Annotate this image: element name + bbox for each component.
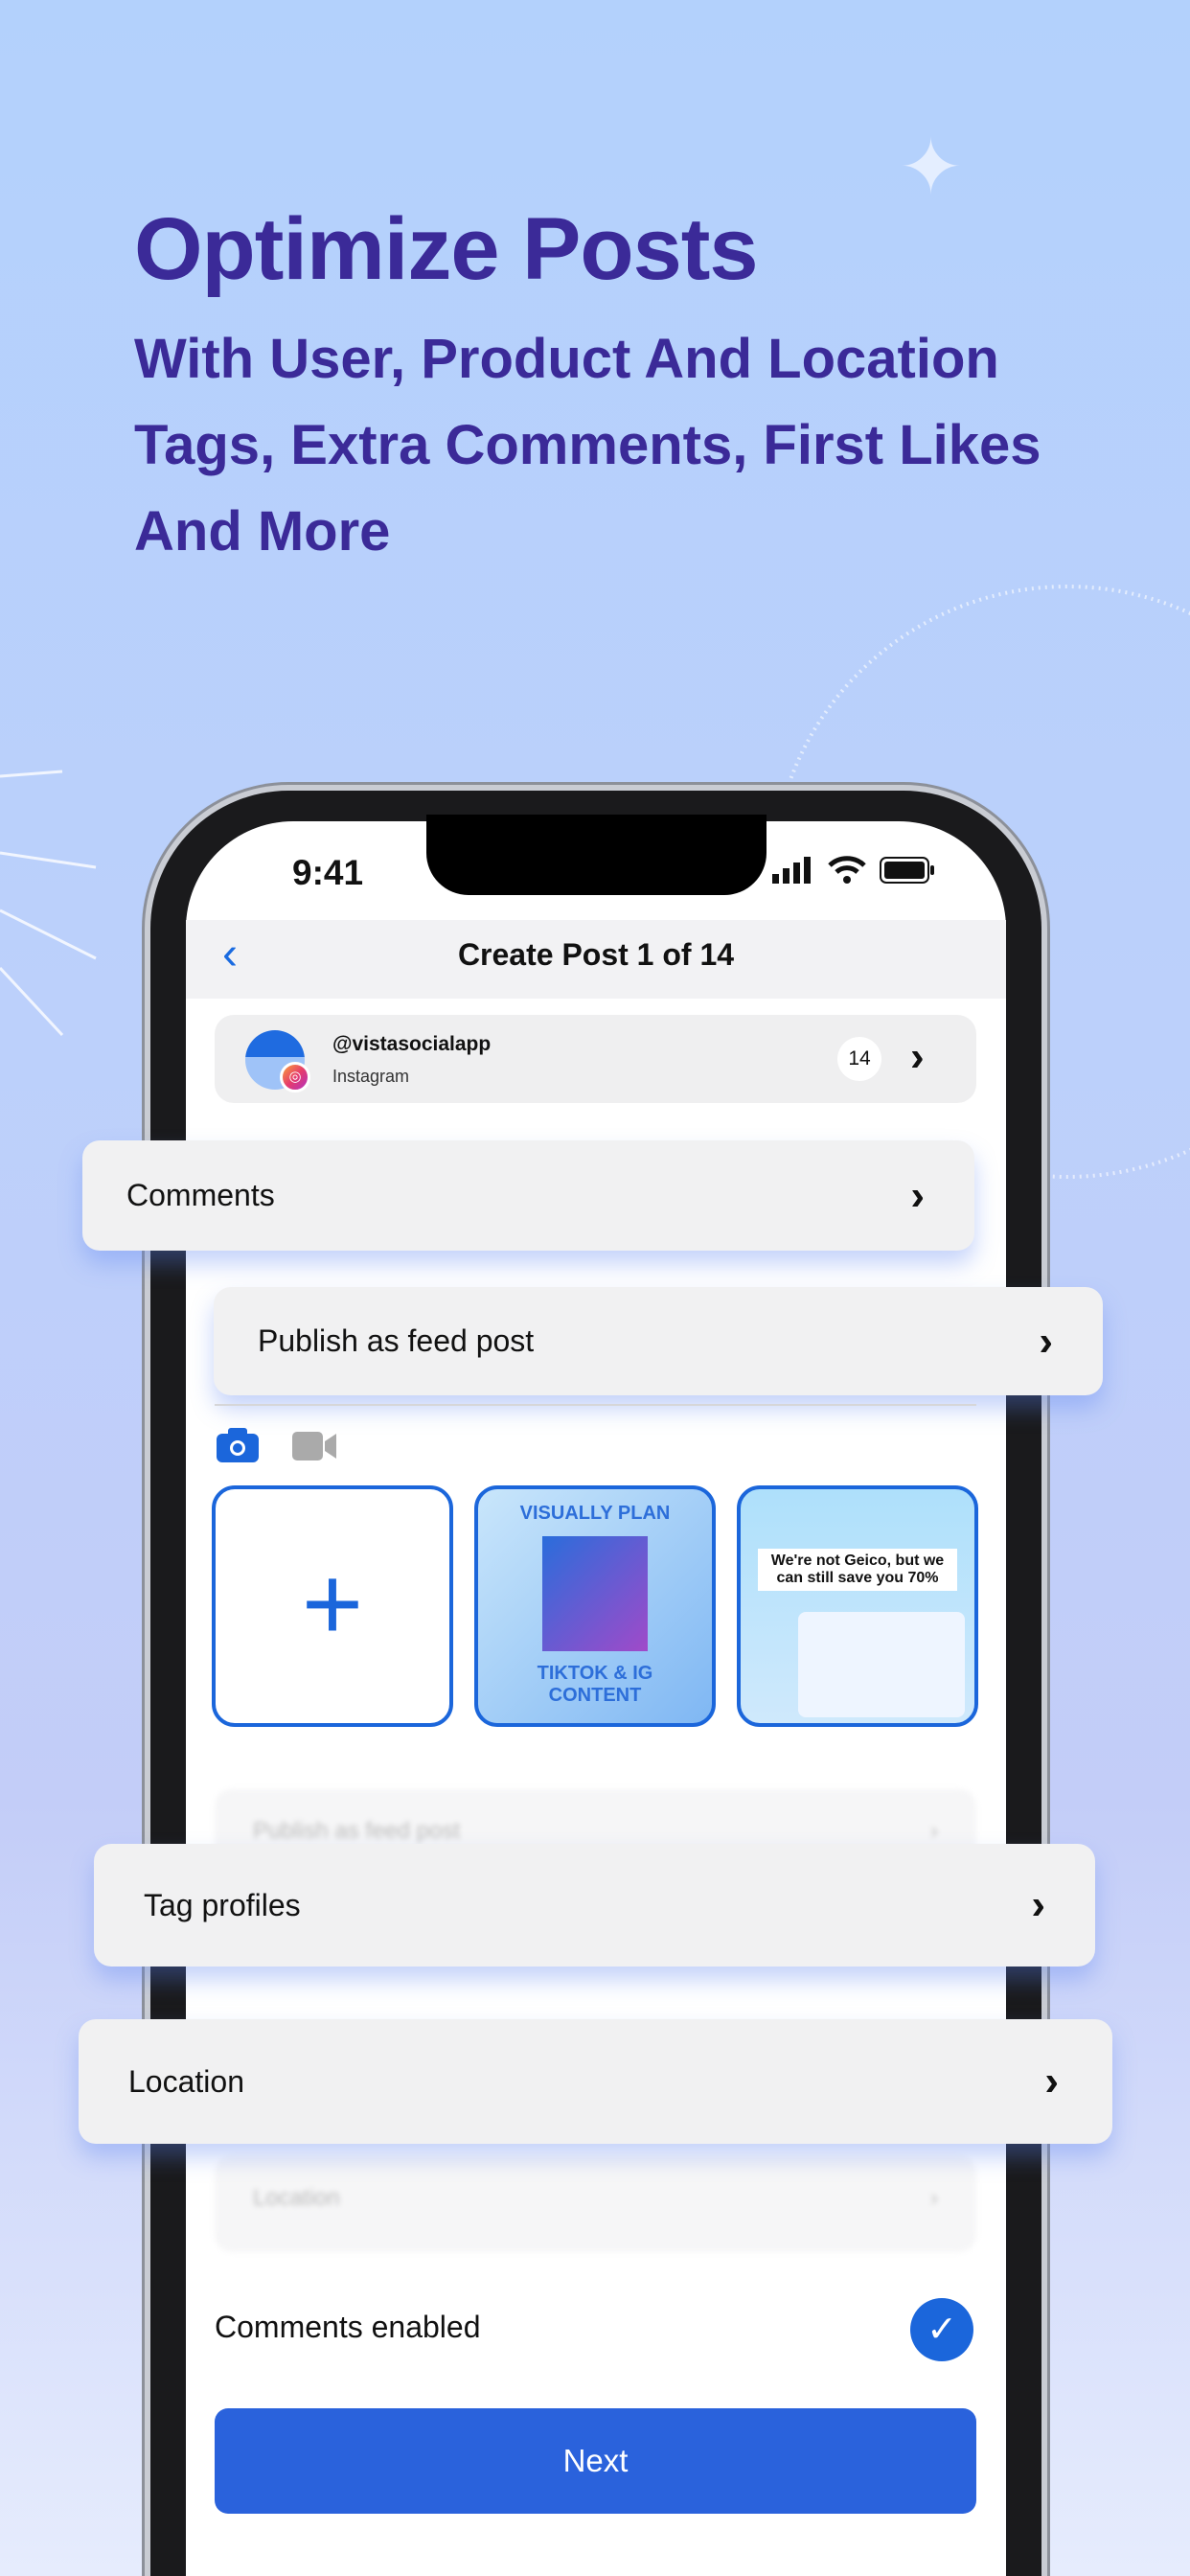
promo-subtitle: With User, Product And Location Tags, Ex… (134, 316, 1092, 575)
page-title: Create Post 1 of 14 (457, 937, 735, 972)
blurred-location-option: Location › (215, 2156, 976, 2252)
subtitle-line: With User, Product And Location (134, 328, 999, 390)
wifi-icon (828, 856, 866, 884)
subtitle-line: And More (134, 500, 391, 563)
divider (215, 1404, 976, 1406)
option-label: Comments (126, 1178, 275, 1212)
thumbnail-image (542, 1536, 648, 1651)
promo-headline: Optimize Posts (134, 200, 759, 298)
next-button[interactable]: Next (215, 2408, 976, 2514)
subtitle-line: Tags, Extra Comments, First Likes (134, 414, 1041, 476)
account-handle: @vistasocialapp (332, 1033, 492, 1055)
account-count-badge: 14 (837, 1037, 881, 1081)
instagram-icon: ◎ (280, 1062, 310, 1092)
thumbnail-text: We're not Geico, but we can still save y… (758, 1549, 957, 1591)
comments-enabled-label: Comments enabled (215, 2310, 481, 2344)
option-label: Location (128, 2063, 244, 2099)
thumbnail-text: VISUALLY PLAN (519, 1503, 671, 1524)
battery-icon (880, 857, 934, 884)
signal-icon (772, 857, 811, 884)
option-label: Location (253, 2185, 340, 2211)
notch (426, 815, 767, 895)
comments-option[interactable]: Comments › (82, 1140, 974, 1251)
add-media-button[interactable]: + (212, 1485, 453, 1727)
option-label: Tag profiles (144, 1887, 301, 1922)
comments-enabled-checkbox[interactable]: ✓ (910, 2298, 973, 2361)
chevron-right-icon: › (910, 1171, 925, 1219)
decorative-rays (0, 770, 97, 1037)
chevron-right-icon: › (1044, 2058, 1059, 2104)
chevron-right-icon[interactable]: › (910, 1033, 925, 1081)
tag-profiles-option[interactable]: Tag profiles › (94, 1844, 1095, 1966)
chevron-right-icon: › (1031, 1881, 1045, 1928)
thumbnail-text: TIKTOK & IG CONTENT (537, 1663, 653, 1706)
option-label: Publish as feed post (258, 1323, 535, 1358)
video-icon[interactable] (292, 1432, 336, 1460)
sparkle-icon: ✦ (899, 125, 964, 210)
thumbnail-image (798, 1612, 965, 1717)
media-thumbnail[interactable]: We're not Geico, but we can still save y… (737, 1485, 978, 1727)
location-option[interactable]: Location › (79, 2019, 1112, 2144)
status-time: 9:41 (292, 853, 364, 892)
account-network: Instagram (332, 1067, 410, 1086)
status-icons (772, 856, 935, 885)
media-thumbnail[interactable]: VISUALLY PLAN TIKTOK & IG CONTENT (474, 1485, 716, 1727)
camera-icon[interactable] (217, 1428, 259, 1462)
publish-as-option[interactable]: Publish as feed post › (214, 1287, 1103, 1395)
chevron-right-icon: › (1039, 1317, 1053, 1365)
